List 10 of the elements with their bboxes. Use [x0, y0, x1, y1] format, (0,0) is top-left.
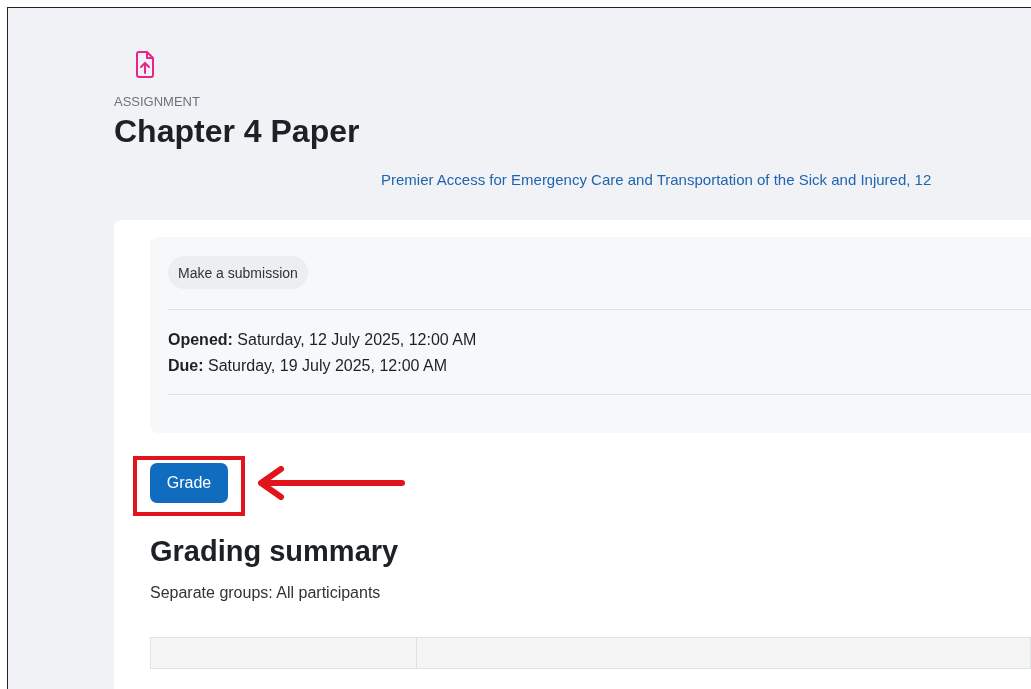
- section-heading: Grading summary: [150, 534, 400, 569]
- activity-type-label: ASSIGNMENT: [114, 94, 201, 110]
- page-title: Chapter 4 Paper: [114, 112, 361, 150]
- file-upload-icon: [133, 50, 157, 80]
- group-mode-text: Separate groups: All participants: [150, 583, 382, 603]
- make-submission-button[interactable]: Make a submission: [168, 256, 308, 289]
- grade-button[interactable]: Grade: [150, 463, 228, 503]
- course-link[interactable]: Premier Access for Emergency Care and Transportation of the Sick and Injured, 12: [381, 170, 1031, 190]
- date-line: Due: Saturday, 19 July 2025, 12:00 AM: [168, 356, 448, 376]
- date-line: Opened: Saturday, 12 July 2025, 12:00 AM: [168, 330, 478, 350]
